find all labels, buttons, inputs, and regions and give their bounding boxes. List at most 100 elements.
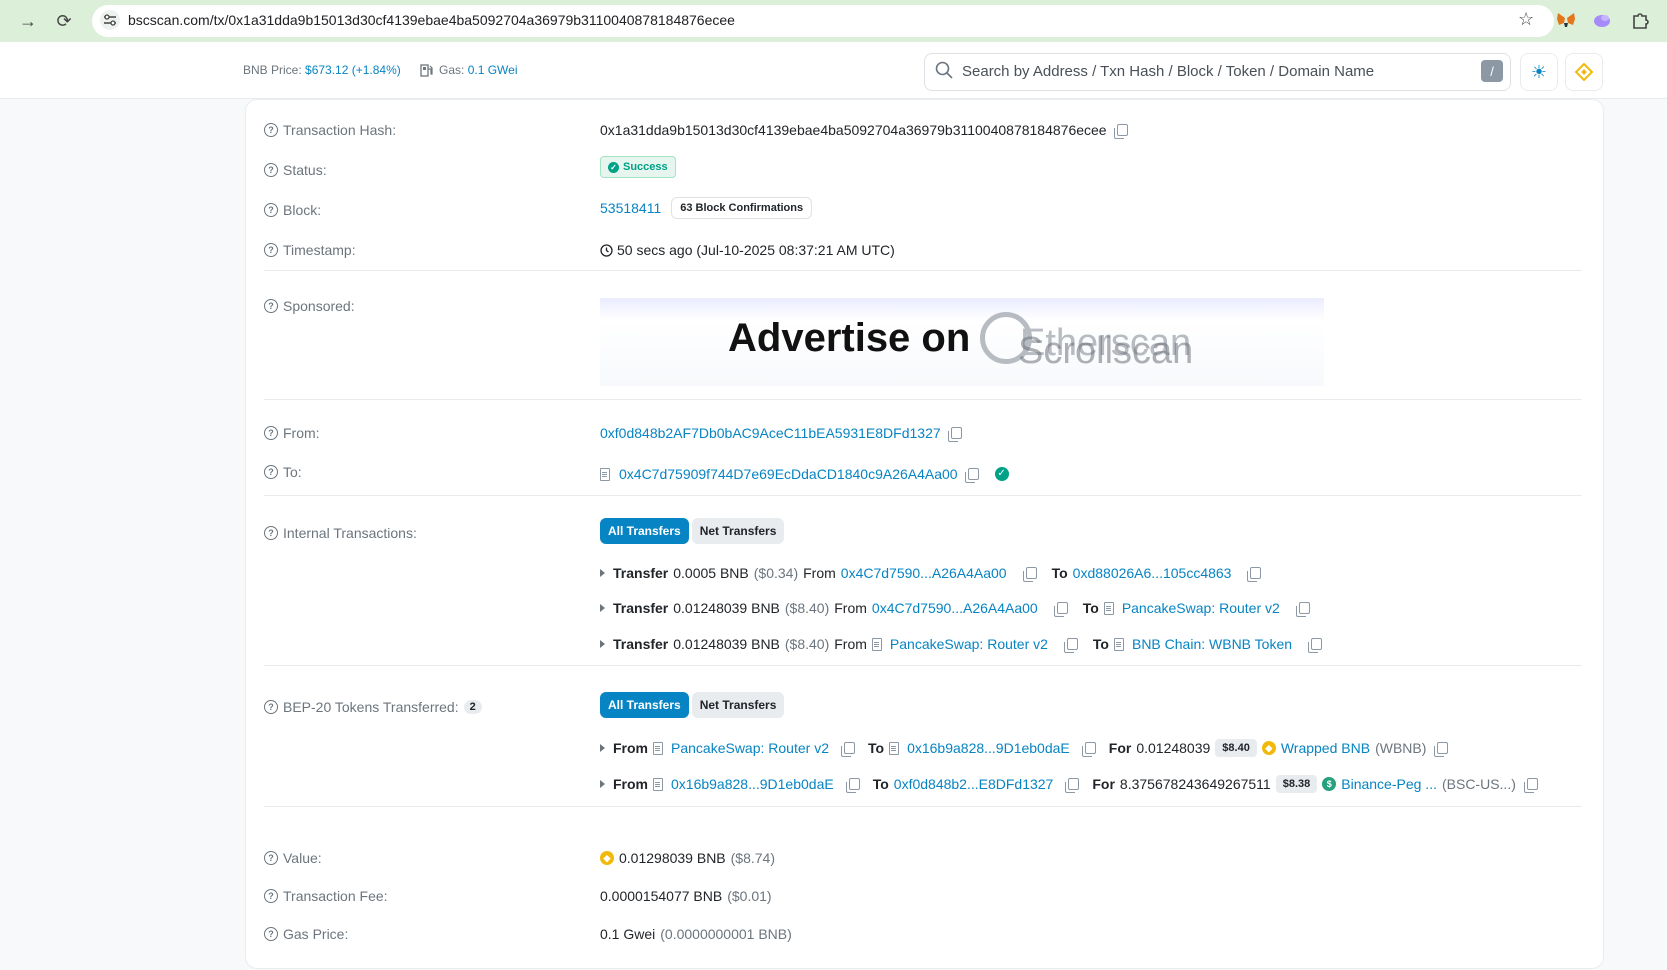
clock-icon: [600, 243, 613, 257]
help-icon[interactable]: ?: [264, 465, 278, 479]
metamask-extension-icon[interactable]: [1556, 10, 1576, 30]
tx-fee-label: ? Transaction Fee:: [264, 888, 388, 904]
internal-from-link[interactable]: PancakeSwap: Router v2: [890, 636, 1048, 652]
copy-icon[interactable]: [1065, 778, 1080, 793]
reload-icon[interactable]: ⟳: [52, 9, 76, 33]
bep20-label: ? BEP-20 Tokens Transferred: 2: [264, 699, 482, 715]
copy-icon[interactable]: [1053, 602, 1068, 617]
internal-transfer-row: Transfer 0.01248039 BNB ($8.40) From Pan…: [600, 636, 1323, 653]
contract-icon: [653, 741, 663, 755]
help-icon[interactable]: ?: [264, 123, 278, 137]
bnb-price: BNB Price: $673.12 (+1.84%): [243, 63, 401, 77]
bnb-network-button[interactable]: [1565, 53, 1603, 91]
expand-arrow-icon[interactable]: [600, 744, 605, 752]
copy-icon[interactable]: [840, 742, 855, 757]
tab-net-transfers[interactable]: Net Transfers: [691, 692, 785, 718]
forward-icon[interactable]: →: [16, 9, 40, 33]
tab-all-transfers[interactable]: All Transfers: [600, 518, 689, 544]
search-placeholder[interactable]: Search by Address / Txn Hash / Block / T…: [962, 63, 1374, 80]
wbnb-token-icon: ◆: [1261, 741, 1276, 755]
expand-arrow-icon[interactable]: [600, 569, 605, 577]
expand-arrow-icon[interactable]: [600, 780, 605, 788]
contract-icon: [889, 741, 900, 755]
contract-icon: [1103, 601, 1114, 615]
confirmations-badge: 63 Block Confirmations: [671, 197, 813, 219]
internal-from-link[interactable]: 0x4C7d7590...A26A4Aa00: [872, 600, 1038, 616]
help-icon[interactable]: ?: [264, 851, 278, 865]
transaction-overview-card: [245, 99, 1604, 969]
copy-icon[interactable]: [1295, 602, 1310, 617]
token-from-link[interactable]: PancakeSwap: Router v2: [671, 740, 829, 756]
bep20-tabs: All Transfers Net Transfers: [600, 692, 785, 718]
value-value: ◆ 0.01298039 BNB ($8.74): [600, 850, 775, 866]
bnb-logo-icon: [1575, 63, 1593, 81]
help-icon[interactable]: ?: [264, 526, 278, 540]
token-name-link[interactable]: Wrapped BNB: [1281, 740, 1370, 756]
internal-tx-label: ? Internal Transactions:: [264, 525, 417, 541]
help-icon[interactable]: ?: [264, 243, 278, 257]
block-number-link[interactable]: 53518411: [600, 200, 661, 216]
verified-contract-icon: ✓: [994, 467, 1009, 481]
search-shortcut-key: /: [1481, 60, 1503, 82]
help-icon[interactable]: ?: [264, 426, 278, 440]
contract-icon: [653, 777, 663, 791]
internal-to-link[interactable]: 0xd88026A6...105cc4863: [1073, 565, 1232, 581]
copy-icon[interactable]: [964, 468, 979, 483]
copy-icon[interactable]: [1081, 742, 1096, 757]
site-info-icon[interactable]: [100, 10, 120, 30]
bep20-count-badge: 2: [463, 700, 482, 714]
copy-icon[interactable]: [1247, 567, 1262, 582]
url-text[interactable]: bscscan.com/tx/0x1a31dda9b15013d30cf4139…: [128, 12, 735, 28]
extension-icon[interactable]: [1592, 11, 1612, 29]
gas-price-label: ? Gas Price:: [264, 926, 348, 942]
tab-net-transfers[interactable]: Net Transfers: [691, 518, 785, 544]
gas-label: Gas:: [439, 63, 465, 77]
theme-toggle-button[interactable]: ☀: [1520, 53, 1558, 91]
copy-icon[interactable]: [1022, 567, 1037, 582]
token-name-link[interactable]: Binance-Peg ...: [1341, 776, 1437, 792]
help-icon[interactable]: ?: [264, 927, 278, 941]
help-icon[interactable]: ?: [264, 163, 278, 177]
tx-hash-value: 0x1a31dda9b15013d30cf4139ebae4ba5092704a…: [600, 122, 1128, 139]
help-icon[interactable]: ?: [264, 889, 278, 903]
to-address-link[interactable]: 0x4C7d75909f744D7e69EcDdaCD1840c9A26A4Aa…: [619, 466, 958, 482]
expand-arrow-icon[interactable]: [600, 604, 605, 612]
copy-icon[interactable]: [947, 427, 962, 442]
internal-from-link[interactable]: 0x4C7d7590...A26A4Aa00: [841, 565, 1007, 581]
timestamp-value: 50 secs ago (Jul-10-2025 08:37:21 AM UTC…: [600, 242, 895, 258]
help-icon[interactable]: ?: [264, 299, 278, 313]
copy-icon[interactable]: [1308, 638, 1323, 653]
internal-to-link[interactable]: PancakeSwap: Router v2: [1122, 600, 1280, 616]
contract-icon: [871, 637, 882, 651]
value-label: ? Value:: [264, 850, 322, 866]
divider: [264, 806, 1582, 807]
to-label: ? To:: [264, 464, 302, 480]
token-from-link[interactable]: 0x16b9a828...9D1eb0daE: [671, 776, 834, 792]
copy-icon[interactable]: [1523, 778, 1538, 793]
bookmark-star-icon[interactable]: ☆: [1518, 9, 1534, 30]
copy-icon[interactable]: [1434, 742, 1449, 757]
ad-headline: Advertise on: [728, 316, 971, 360]
help-icon[interactable]: ?: [264, 700, 278, 714]
gas-value[interactable]: 0.1 GWei: [468, 63, 518, 77]
copy-icon[interactable]: [1063, 638, 1078, 653]
token-amount: 0.01248039: [1136, 740, 1211, 756]
tab-all-transfers[interactable]: All Transfers: [600, 692, 689, 718]
token-to-link[interactable]: 0x16b9a828...9D1eb0daE: [907, 740, 1070, 756]
bnb-price-value[interactable]: $673.12 (+1.84%): [305, 63, 401, 77]
expand-arrow-icon[interactable]: [600, 640, 605, 648]
help-icon[interactable]: ?: [264, 203, 278, 217]
extensions-puzzle-icon[interactable]: [1630, 10, 1650, 30]
timestamp-label: ? Timestamp:: [264, 242, 356, 258]
sponsored-banner[interactable]: Advertise on Etherscan Scrollscan: [600, 298, 1324, 386]
copy-icon[interactable]: [1113, 124, 1128, 139]
token-amount: 8.375678243649267511: [1119, 776, 1271, 792]
copy-icon[interactable]: [845, 778, 860, 793]
from-value: 0xf0d848b2AF7Db0bAC9AceC11bEA5931E8DFd13…: [600, 425, 962, 442]
gas-price-header: Gas: 0.1 GWei: [439, 63, 518, 77]
usd-value-badge: $8.40: [1215, 739, 1257, 757]
internal-to-link[interactable]: BNB Chain: WBNB Token: [1132, 636, 1292, 652]
token-to-link[interactable]: 0xf0d848b2...E8DFd1327: [894, 776, 1054, 792]
block-label: ? Block:: [264, 202, 321, 218]
from-address-link[interactable]: 0xf0d848b2AF7Db0bAC9AceC11bEA5931E8DFd13…: [600, 425, 941, 441]
